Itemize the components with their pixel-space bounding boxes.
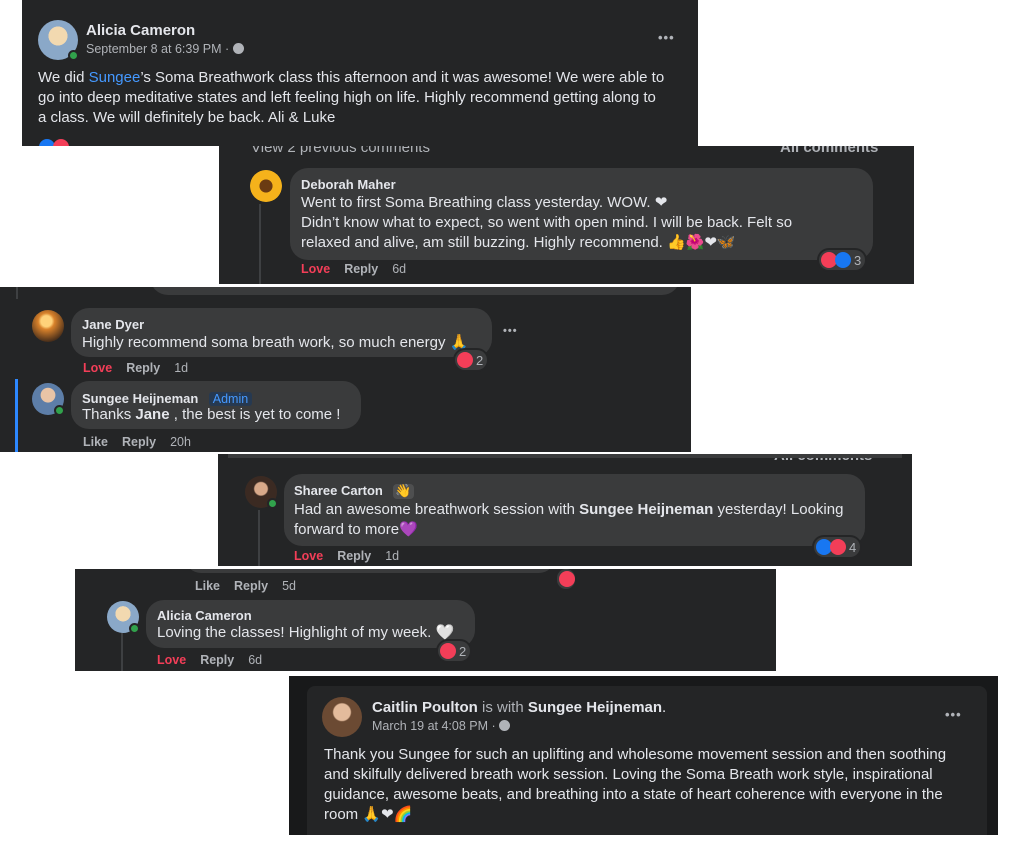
reply-button[interactable]: Reply <box>122 435 156 449</box>
reaction-count[interactable]: 2 <box>455 350 488 370</box>
love-button[interactable]: Love <box>301 262 330 276</box>
comment-bubble: Deborah Maher Went to first Soma Breathi… <box>290 168 873 260</box>
post-menu-button[interactable]: ••• <box>658 30 675 45</box>
avatar[interactable] <box>322 697 362 737</box>
admin-badge: Admin <box>208 392 253 406</box>
comment-time[interactable]: 5d <box>282 579 296 593</box>
online-status-icon <box>68 50 79 61</box>
top-edge <box>228 454 902 458</box>
reply-button[interactable]: Reply <box>234 579 268 593</box>
avatar[interactable] <box>32 310 64 342</box>
comment-actions: Love Reply 6d <box>301 262 420 276</box>
comment-time[interactable]: 6d <box>392 262 406 276</box>
comment-actions: Love Reply 1d <box>294 549 413 563</box>
mention-link[interactable]: Sungee Heijneman <box>579 501 713 518</box>
mention-link[interactable]: Jane <box>135 406 169 423</box>
comment-actions: Love Reply 6d <box>157 653 276 667</box>
comment-author[interactable]: Deborah Maher <box>301 177 396 192</box>
waving-hand-badge-icon: 👋 <box>393 484 414 499</box>
comment-author[interactable]: Alicia Cameron <box>157 608 252 623</box>
reaction-summary[interactable] <box>39 139 69 146</box>
comment-bubble: Alicia Cameron Loving the classes! Highl… <box>146 600 475 648</box>
comment-time[interactable]: 1d <box>174 361 188 375</box>
reply-button[interactable]: Reply <box>344 262 378 276</box>
comment-actions: Love Reply 1d <box>83 361 202 375</box>
comment-bubble: Sharee Carton 👋 Had an awesome breathwor… <box>284 474 865 546</box>
post-date[interactable]: March 19 at 4:08 PM <box>372 719 488 733</box>
post-card-caitlin: Caitlin Poulton is with Sungee Heijneman… <box>289 676 998 835</box>
reaction-count[interactable]: 4 <box>814 537 861 557</box>
heart-icon <box>457 352 473 368</box>
reply-button[interactable]: Reply <box>337 549 371 563</box>
love-button[interactable]: Love <box>157 653 186 667</box>
post-meta: March 19 at 4:08 PM · <box>372 719 511 733</box>
comment-filter-dropdown[interactable]: All comments <box>780 146 878 156</box>
post-author[interactable]: Alicia Cameron <box>86 22 195 39</box>
audience-globe-icon[interactable] <box>499 720 511 731</box>
comment-text: Loving the classes! Highlight of my week… <box>157 624 455 641</box>
heart-icon <box>53 139 69 146</box>
previous-comment-edge <box>150 287 680 295</box>
like-button[interactable]: Like <box>83 435 108 449</box>
heart-icon <box>559 571 575 587</box>
reaction-count[interactable] <box>557 569 575 589</box>
online-status-icon <box>54 405 65 416</box>
love-button[interactable]: Love <box>294 549 323 563</box>
comment-card-deborah: View 2 previous comments All comments De… <box>219 146 914 284</box>
post-body: Thank you Sungee for such an uplifting a… <box>324 746 947 823</box>
online-status-icon <box>267 498 278 509</box>
thread-line <box>16 287 18 299</box>
thread-line <box>258 510 260 566</box>
comment-bubble: Jane Dyer Highly recommend soma breath w… <box>71 308 492 357</box>
audience-globe-icon[interactable] <box>232 43 244 54</box>
post-date[interactable]: September 8 at 6:39 PM <box>86 42 222 56</box>
comment-time[interactable]: 1d <box>385 549 399 563</box>
comment-bubble: Sungee Heijneman Admin Thanks Jane , the… <box>71 381 361 429</box>
post-card-alicia: Alicia Cameron September 8 at 6:39 PM · … <box>22 0 698 146</box>
comment-author[interactable]: Sharee Carton <box>294 483 383 498</box>
comment-actions: Like Reply 5d <box>195 579 310 593</box>
comment-author[interactable]: Jane Dyer <box>82 317 144 332</box>
post-author[interactable]: Caitlin Poulton <box>372 699 478 716</box>
reaction-count[interactable]: 2 <box>438 641 471 661</box>
heart-icon <box>830 539 846 555</box>
reply-button[interactable]: Reply <box>126 361 160 375</box>
like-button[interactable]: Like <box>195 579 220 593</box>
comment-text: Had an awesome breathwork session with S… <box>294 501 844 538</box>
like-icon <box>835 252 851 268</box>
comment-card-jane: Jane Dyer Highly recommend soma breath w… <box>0 287 691 452</box>
reaction-count[interactable]: 3 <box>819 250 866 270</box>
thread-line <box>259 204 261 284</box>
comment-card-sharee: All comments Sharee Carton 👋 Had an awes… <box>218 454 912 566</box>
comment-text: Went to first Soma Breathing class yeste… <box>301 194 793 251</box>
comment-actions: Like Reply 20h <box>83 435 205 449</box>
mention-link[interactable]: Sungee <box>89 69 141 86</box>
previous-comment-edge <box>185 569 555 573</box>
love-button[interactable]: Love <box>83 361 112 375</box>
thread-line <box>121 631 123 671</box>
heart-icon <box>440 643 456 659</box>
comment-text: Thanks Jane , the best is yet to come ! <box>82 406 341 423</box>
comment-time[interactable]: 20h <box>170 435 191 449</box>
post-header: Caitlin Poulton is with Sungee Heijneman… <box>372 699 667 716</box>
comment-author[interactable]: Sungee Heijneman <box>82 391 198 406</box>
post-body: We did Sungee’s Soma Breathwork class th… <box>38 69 665 126</box>
highlight-bar <box>15 379 18 452</box>
comment-menu-button[interactable]: ••• <box>503 325 518 337</box>
post-menu-button[interactable]: ••• <box>945 707 962 722</box>
post-meta: September 8 at 6:39 PM · <box>86 42 244 56</box>
tagged-user-link[interactable]: Sungee Heijneman <box>528 699 662 716</box>
view-previous-comments-link[interactable]: View 2 previous comments <box>251 146 430 156</box>
reply-button[interactable]: Reply <box>200 653 234 667</box>
comment-text: Highly recommend soma breath work, so mu… <box>82 334 469 351</box>
comment-card-alicia-reply: Like Reply 5d Alicia Cameron Loving the cl… <box>75 569 776 671</box>
comment-time[interactable]: 6d <box>248 653 262 667</box>
online-status-icon <box>129 623 140 634</box>
avatar[interactable] <box>250 170 282 202</box>
